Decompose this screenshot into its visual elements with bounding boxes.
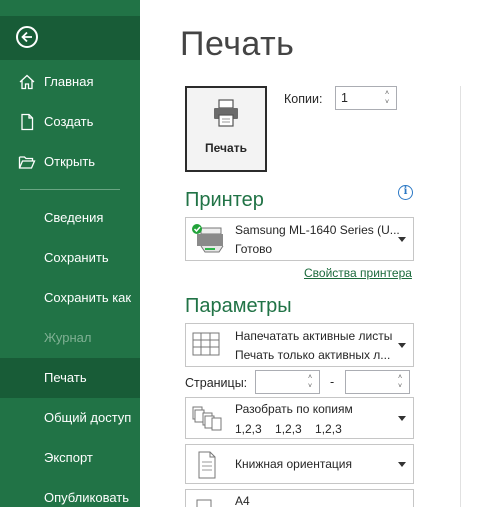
pages-from-input[interactable]: ˄ ˅ — [255, 370, 320, 394]
nav-save-label: Сохранить — [44, 250, 109, 265]
back-row[interactable] — [0, 16, 140, 60]
print-scope-dropdown[interactable]: Напечатать активные листы Печать только … — [185, 323, 414, 367]
printer-device-icon — [192, 224, 224, 253]
collate-title: Разобрать по копиям — [235, 402, 353, 416]
chevron-down-icon — [398, 462, 406, 467]
back-arrow-icon[interactable] — [16, 26, 38, 48]
nav-history-label: Журнал — [44, 330, 92, 345]
nav-new-label: Создать — [44, 114, 94, 129]
nav-save-as-label: Сохранить как — [44, 290, 132, 305]
printer-status: Готово — [235, 242, 273, 256]
paper-size-dropdown[interactable]: A4 — [185, 489, 414, 507]
printer-dropdown[interactable]: Samsung ML-1640 Series (U... Готово — [185, 217, 414, 261]
orientation-dropdown[interactable]: Книжная ориентация — [185, 444, 414, 484]
copies-value: 1 — [341, 91, 348, 105]
nav-open[interactable]: Открыть — [0, 142, 140, 182]
nav-info[interactable]: Сведения — [0, 198, 140, 238]
nav-history: Журнал — [0, 318, 140, 358]
copies-label: Копии: — [284, 92, 323, 106]
spin-up-icon[interactable]: ˄ — [398, 374, 402, 381]
nav-publish-label: Опубликовать — [44, 490, 130, 505]
nav-home-label: Главная — [44, 74, 94, 89]
spin-down-icon[interactable]: ˅ — [385, 99, 389, 106]
collate-dropdown[interactable]: Разобрать по копиям 1,2,3 1,2,3 1,2,3 — [185, 397, 414, 439]
spin-down-icon[interactable]: ˅ — [308, 383, 312, 390]
nav-export[interactable]: Экспорт — [0, 438, 140, 478]
info-icon[interactable]: i — [398, 185, 413, 200]
open-folder-icon — [18, 156, 36, 169]
paper-size-value: A4 — [235, 494, 250, 507]
collate-desc: 1,2,3 1,2,3 1,2,3 — [235, 422, 342, 436]
nav-publish[interactable]: Опубликовать — [0, 478, 140, 507]
pages-label: Страницы: — [185, 376, 248, 390]
pages-dash: - — [330, 375, 335, 389]
nav-open-label: Открыть — [44, 154, 96, 169]
nav-info-label: Сведения — [44, 210, 104, 225]
printer-section-title: Принтер — [185, 189, 264, 211]
preview-divider — [460, 86, 461, 507]
nav-save[interactable]: Сохранить — [0, 238, 140, 278]
nav-separator — [20, 189, 120, 190]
printer-properties-link[interactable]: Свойства принтера — [304, 266, 412, 280]
sheet-grid-icon — [192, 332, 220, 356]
chevron-down-icon — [398, 237, 406, 242]
copies-input[interactable]: 1 ˄ ˅ — [335, 86, 397, 110]
page-title: Печать — [180, 25, 295, 63]
spin-up-icon[interactable]: ˄ — [385, 90, 389, 97]
pages-to-spinner[interactable]: ˄ ˅ — [395, 371, 409, 393]
print-scope-title: Напечатать активные листы — [235, 329, 393, 343]
spin-up-icon[interactable]: ˄ — [308, 374, 312, 381]
home-icon — [19, 74, 35, 90]
collate-icon — [192, 406, 222, 431]
pages-from-spinner[interactable]: ˄ ˅ — [305, 371, 319, 393]
print-button[interactable]: Печать — [185, 86, 267, 172]
nav-export-label: Экспорт — [44, 450, 93, 465]
pages-to-input[interactable]: ˄ ˅ — [345, 370, 410, 394]
nav-print[interactable]: Печать — [0, 358, 140, 398]
portrait-page-icon — [198, 451, 216, 479]
nav-share[interactable]: Общий доступ — [0, 398, 140, 438]
chevron-down-icon — [398, 416, 406, 421]
orientation-value: Книжная ориентация — [235, 457, 352, 471]
nav-new[interactable]: Создать — [0, 102, 140, 142]
nav-save-as[interactable]: Сохранить как — [0, 278, 140, 318]
settings-section-title: Параметры — [185, 295, 292, 317]
nav-print-label: Печать — [44, 370, 87, 385]
nav-home[interactable]: Главная — [0, 62, 140, 102]
paper-size-icon — [196, 499, 212, 507]
print-button-label: Печать — [205, 141, 247, 155]
printer-name: Samsung ML-1640 Series (U... — [235, 223, 400, 237]
chevron-down-icon — [398, 343, 406, 348]
nav-share-label: Общий доступ — [44, 410, 132, 425]
spin-down-icon[interactable]: ˅ — [398, 383, 402, 390]
print-scope-desc: Печать только активных л... — [235, 348, 391, 362]
copies-spinner[interactable]: ˄ ˅ — [382, 87, 396, 109]
backstage-sidebar: Главная Создать Открыть Сведения Сохрани… — [0, 0, 140, 507]
printer-icon — [214, 99, 238, 127]
new-document-icon — [21, 113, 34, 131]
